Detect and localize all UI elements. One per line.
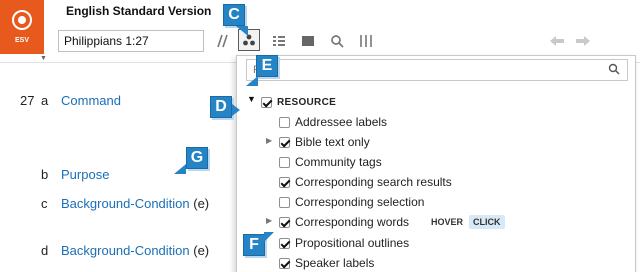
filter-item[interactable]: Community tags	[279, 154, 382, 170]
parallel-slash-icon[interactable]	[212, 32, 230, 50]
callout-f-pointer	[264, 232, 274, 242]
section-resource[interactable]: RESOURCE	[261, 94, 336, 110]
checkbox[interactable]	[279, 136, 290, 148]
target-icon	[12, 10, 32, 30]
checkbox[interactable]	[279, 196, 290, 208]
reference-input[interactable]	[58, 30, 204, 52]
outline-letter: c	[41, 196, 48, 211]
checkbox[interactable]	[279, 216, 290, 228]
filter-item[interactable]: Corresponding words	[279, 214, 409, 230]
filter-item[interactable]: Corresponding search results	[279, 174, 452, 190]
expand-triangle-icon[interactable]: ▶	[266, 136, 272, 145]
callout-e: E	[256, 55, 278, 77]
callout-e-pointer	[246, 76, 258, 86]
visual-filters-panel: ▼ RESOURCE Addressee labels ▶ Bible text…	[236, 55, 636, 272]
callout-g-pointer	[174, 164, 186, 174]
expand-triangle-icon[interactable]: ▶	[266, 216, 272, 225]
hover-option[interactable]: HOVER	[427, 215, 467, 229]
callout-g: G	[186, 147, 208, 169]
checkbox[interactable]	[261, 96, 272, 108]
filter-item[interactable]: Bible text only	[279, 134, 370, 150]
outline-letter: a	[41, 93, 49, 108]
filter-input[interactable]	[246, 59, 628, 81]
outline-link-background-condition[interactable]: Background-Condition (e)	[61, 243, 209, 258]
filter-item[interactable]: Corresponding selection	[279, 194, 424, 210]
outline-link-background-condition[interactable]: Background-Condition (e)	[61, 196, 209, 211]
filter-item[interactable]: Speaker labels	[279, 255, 374, 271]
callout-d: D	[210, 96, 232, 118]
callout-c-pointer	[236, 26, 248, 36]
resource-abbreviation: ESV	[14, 37, 29, 44]
search-icon	[608, 62, 620, 80]
back-arrow-icon[interactable]	[548, 32, 566, 50]
outline-icon[interactable]	[270, 32, 288, 50]
columns-icon[interactable]	[357, 32, 375, 50]
verse-number: 27	[20, 93, 35, 108]
collapse-triangle-icon[interactable]: ▼	[247, 94, 256, 104]
callout-f: F	[243, 234, 265, 256]
tab-title[interactable]: English Standard Version	[66, 4, 211, 18]
outline-link-purpose[interactable]: Purpose	[61, 167, 109, 182]
outline-letter: b	[41, 167, 49, 182]
chevron-down-icon[interactable]: ▼	[40, 55, 47, 62]
search-icon[interactable]	[328, 32, 346, 50]
filter-item[interactable]: Propositional outlines	[279, 235, 409, 251]
checkbox[interactable]	[279, 156, 290, 168]
click-option[interactable]: CLICK	[469, 215, 505, 229]
checkbox[interactable]	[279, 257, 290, 269]
callout-c: C	[223, 4, 245, 26]
outline-letter: d	[41, 243, 49, 258]
filter-item[interactable]: Addressee labels	[279, 114, 387, 130]
panel-icon[interactable]	[298, 32, 318, 50]
callout-d-pointer	[232, 104, 240, 116]
outline-link-command[interactable]: Command	[61, 93, 121, 108]
checkbox[interactable]	[279, 237, 290, 249]
resource-icon[interactable]: ESV	[0, 0, 44, 54]
checkbox[interactable]	[279, 116, 290, 128]
forward-arrow-icon[interactable]	[574, 32, 592, 50]
checkbox[interactable]	[279, 176, 290, 188]
